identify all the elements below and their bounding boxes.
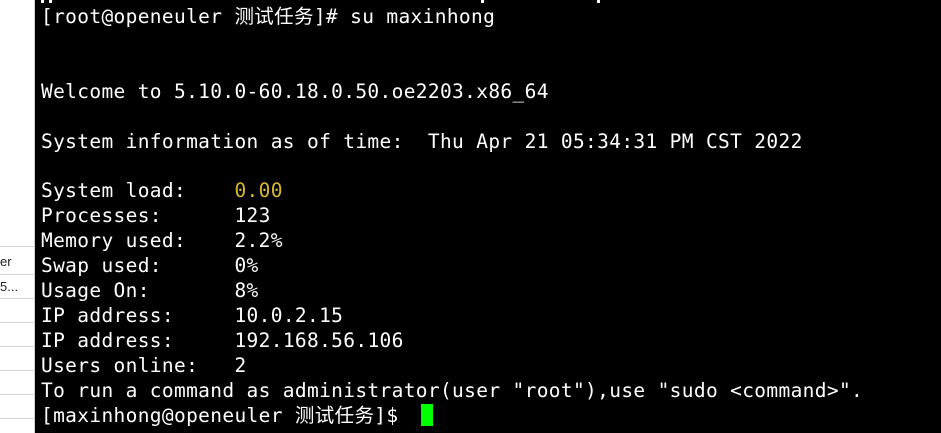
- sidebar-item[interactable]: er: [0, 250, 34, 274]
- terminal-window[interactable]: [root@openeuler 测试任务]# su maxinhong Welc…: [35, 0, 941, 433]
- stat-ip-address-2: IP address: 192.168.56.106: [41, 328, 404, 353]
- sysinfo-line: System information as of time: Thu Apr 2…: [41, 130, 803, 153]
- sidebar-divider: [0, 246, 34, 247]
- stat-value: 0%: [234, 254, 259, 277]
- stat-processes: Processes: 123: [41, 203, 271, 228]
- stat-ip-address-1: IP address: 10.0.2.15: [41, 303, 343, 328]
- stat-system-load: System load: 0.00: [41, 178, 283, 203]
- stat-usage-on: Usage On: 8%: [41, 278, 259, 303]
- sidebar-divider: [0, 298, 34, 299]
- sidebar-divider: [0, 370, 34, 371]
- stat-value: 8%: [234, 279, 259, 302]
- stat-label: Swap used:: [41, 254, 235, 277]
- stat-label: Usage On:: [41, 279, 235, 302]
- stat-label: IP address:: [41, 329, 235, 352]
- stat-value: 123: [234, 204, 271, 227]
- text-cursor: [420, 404, 433, 426]
- stat-value: 2: [234, 354, 247, 377]
- stat-value: 0.00: [234, 179, 283, 202]
- stat-users-online: Users online: 2: [41, 353, 247, 378]
- root-prompt-line: [root@openeuler 测试任务]# su maxinhong: [41, 5, 496, 28]
- sidebar-divider: [0, 418, 34, 419]
- sudo-hint-line: To run a command as administrator(user "…: [41, 379, 864, 402]
- welcome-line: Welcome to 5.10.0-60.18.0.50.oe2203.x86_…: [41, 80, 549, 103]
- stat-label: Memory used:: [41, 229, 235, 252]
- sidebar-divider: [0, 394, 34, 395]
- stat-swap-used: Swap used: 0%: [41, 253, 259, 278]
- user-prompt: [maxinhong@openeuler 测试任务]$: [41, 404, 411, 427]
- stat-value: 2.2%: [234, 229, 283, 252]
- stat-label: IP address:: [41, 304, 235, 327]
- sidebar-divider: [0, 322, 34, 323]
- file-list-sidebar: er 5...: [0, 0, 35, 433]
- stat-label: Processes:: [41, 204, 235, 227]
- stat-value: 10.0.2.15: [234, 304, 344, 327]
- scrolled-line-remnant: [41, 0, 601, 3]
- stat-label: System load:: [41, 179, 235, 202]
- stat-label: Users online:: [41, 354, 235, 377]
- stat-memory-used: Memory used: 2.2%: [41, 228, 283, 253]
- stat-value: 192.168.56.106: [234, 329, 404, 352]
- sidebar-item[interactable]: 5...: [0, 275, 34, 299]
- user-prompt-line[interactable]: [maxinhong@openeuler 测试任务]$: [41, 403, 433, 428]
- sidebar-divider: [0, 346, 34, 347]
